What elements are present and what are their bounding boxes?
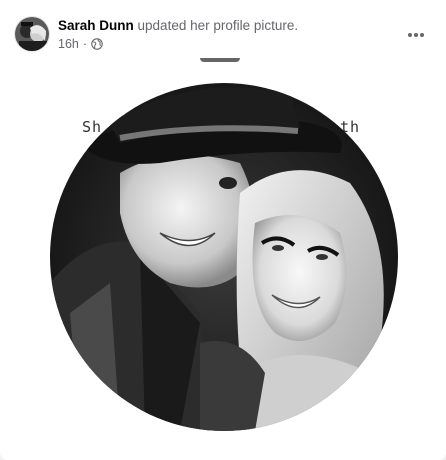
- feed-post: Sarah Dunn updated her profile picture. …: [0, 0, 446, 460]
- author-avatar[interactable]: [14, 16, 50, 52]
- post-timestamp[interactable]: 16h: [58, 36, 79, 52]
- more-options-button[interactable]: [402, 20, 430, 48]
- post-meta: Sarah Dunn updated her profile picture.: [58, 17, 298, 35]
- photo-background-text-left: Sh: [82, 118, 103, 136]
- profile-picture[interactable]: [50, 83, 398, 431]
- photo-top-edge: [200, 58, 240, 62]
- post-action-text: updated her profile picture.: [137, 18, 299, 33]
- more-horizontal-icon: [407, 25, 425, 43]
- separator-dot: ·: [82, 37, 88, 51]
- profile-photo-area: Sh th: [0, 58, 446, 450]
- post-subline: 16h ·: [58, 36, 103, 52]
- post-header: Sarah Dunn updated her profile picture. …: [14, 16, 434, 56]
- globe-icon[interactable]: [91, 38, 103, 50]
- author-name[interactable]: Sarah Dunn: [58, 18, 134, 33]
